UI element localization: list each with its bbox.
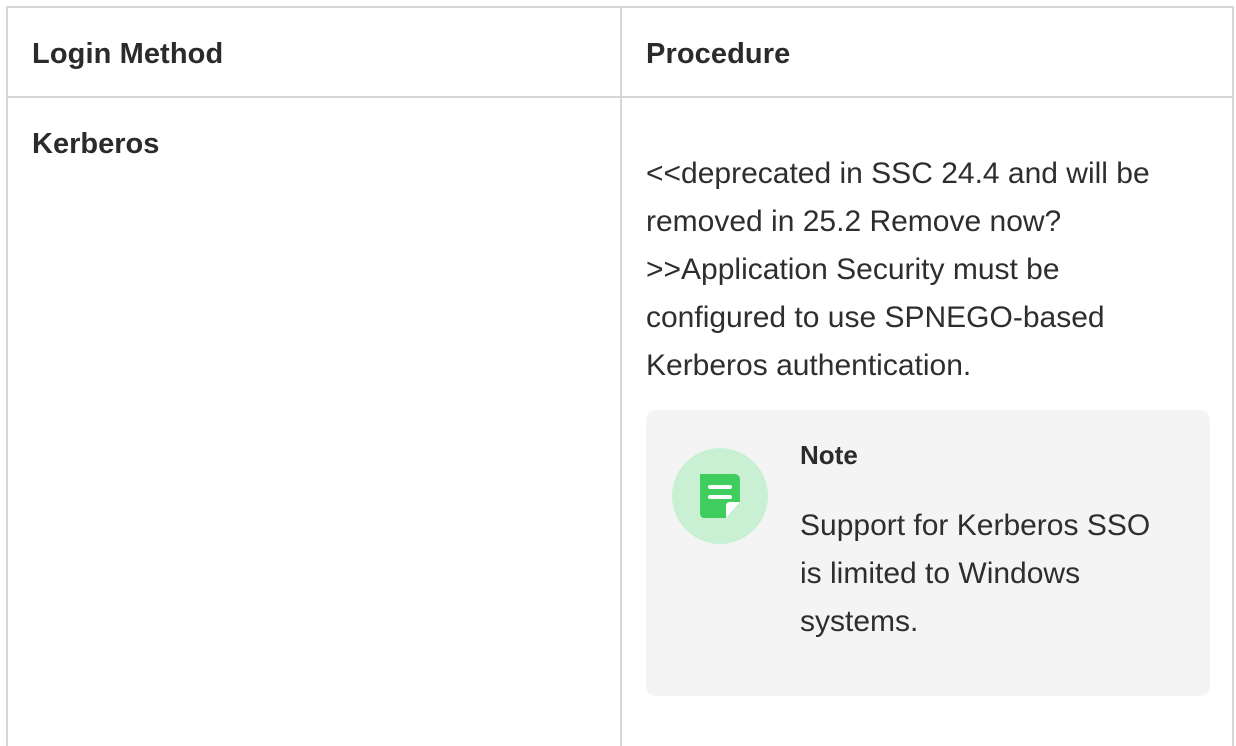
header-procedure: Procedure xyxy=(646,38,791,70)
login-methods-table: Login Method Procedure Kerberos <<deprec… xyxy=(6,6,1234,746)
note-icon-badge xyxy=(672,448,768,544)
login-method-cell: Kerberos xyxy=(32,128,160,160)
header-login-method: Login Method xyxy=(32,38,224,70)
note-text: Support for Kerberos SSO is limited to W… xyxy=(800,509,1151,638)
note-callout: Note Support for Kerberos SSO is limited… xyxy=(646,410,1210,696)
note-icon xyxy=(700,474,740,518)
column-divider xyxy=(620,8,622,746)
procedure-text: <<deprecated in SSC 24.4 and will be rem… xyxy=(646,157,1150,382)
note-title: Note xyxy=(800,440,858,470)
header-row-divider xyxy=(8,96,1232,98)
